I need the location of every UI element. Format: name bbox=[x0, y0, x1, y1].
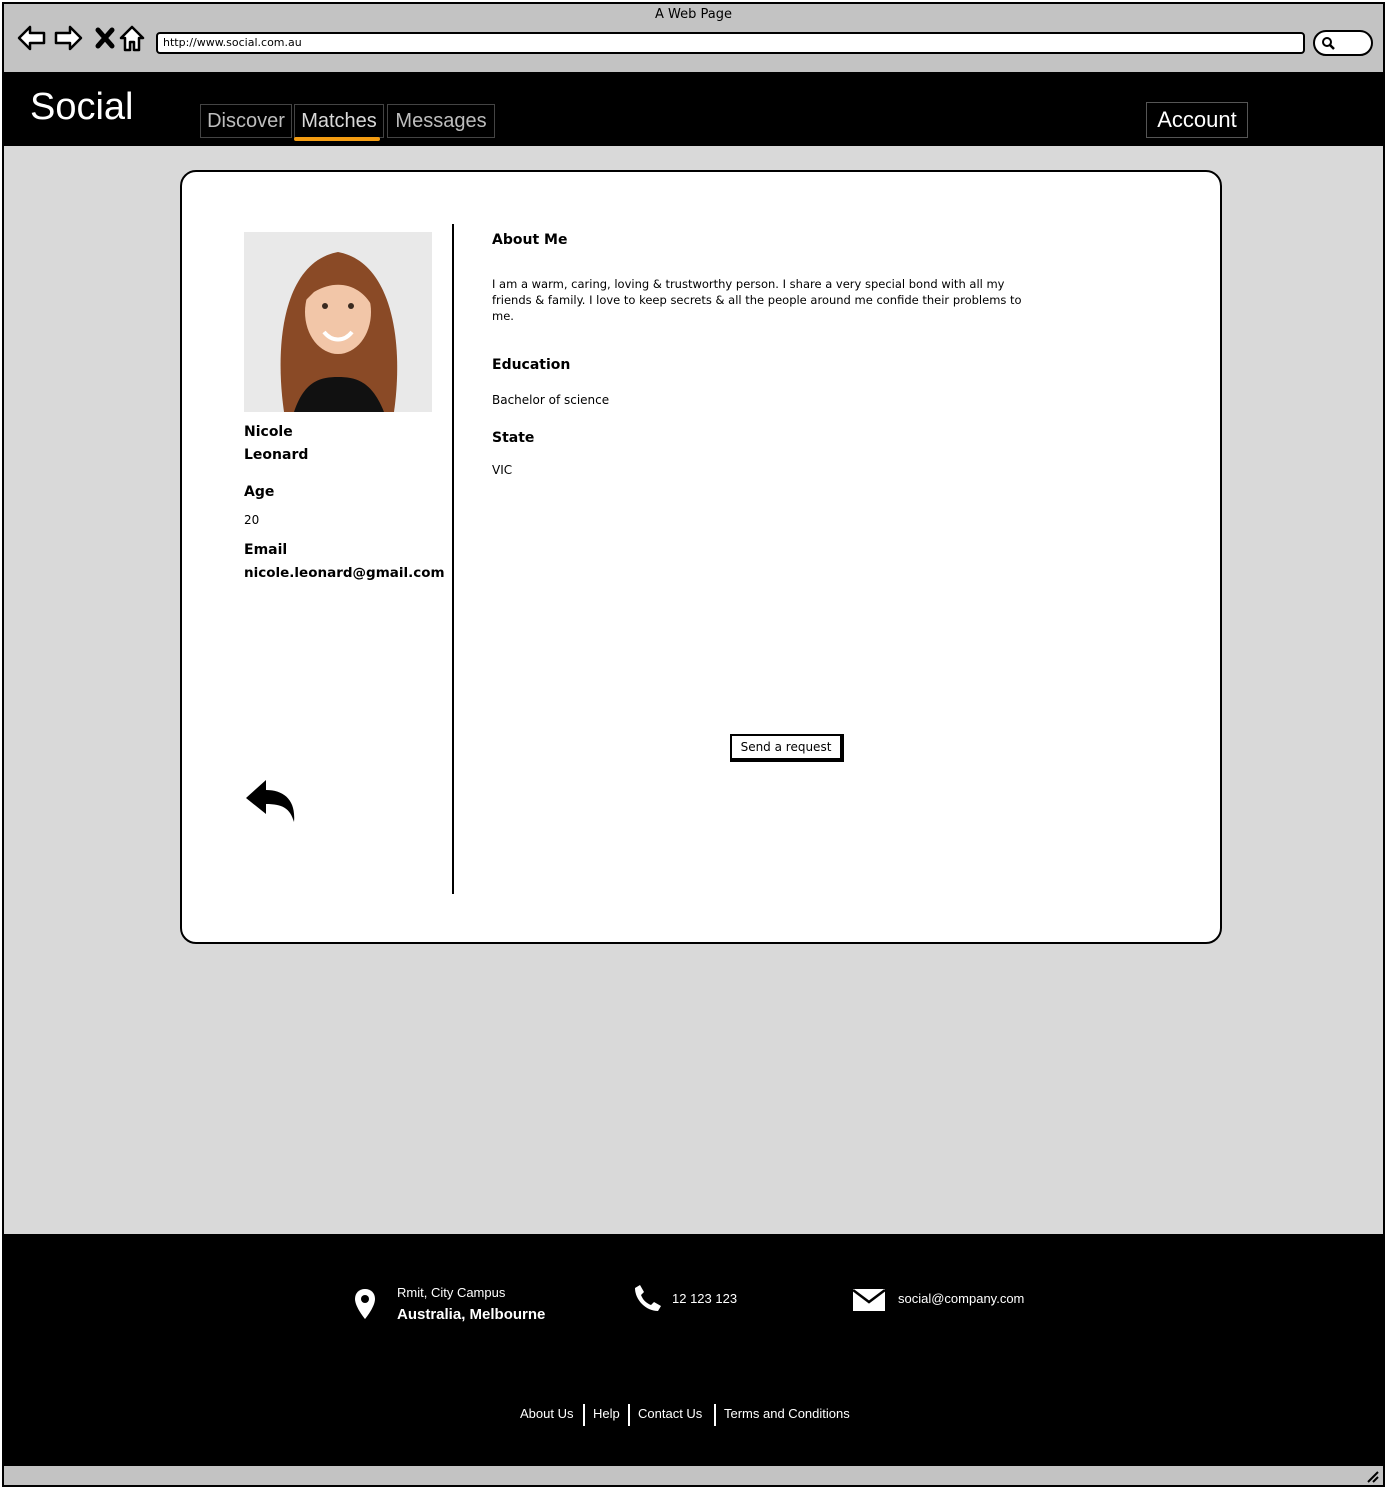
profile-photo bbox=[244, 232, 432, 412]
browser-window: A Web Page http://www.social.com.au Soci… bbox=[2, 2, 1385, 1487]
vertical-divider bbox=[452, 224, 454, 894]
state-value: VIC bbox=[492, 463, 513, 477]
email-value: nicole.leonard@gmail.com bbox=[244, 565, 445, 581]
site-footer: Rmit, City Campus Australia, Melbourne 1… bbox=[4, 1234, 1383, 1464]
age-label: Age bbox=[244, 484, 275, 500]
search-field[interactable] bbox=[1313, 30, 1373, 56]
education-value: Bachelor of science bbox=[492, 393, 610, 407]
footer-separator bbox=[714, 1404, 716, 1426]
site-header: Social Discover Matches Messages Account bbox=[4, 74, 1383, 146]
home-icon[interactable] bbox=[116, 22, 148, 54]
send-request-button[interactable]: Send a request bbox=[730, 734, 844, 762]
browser-chrome: A Web Page http://www.social.com.au bbox=[4, 4, 1383, 74]
resize-grip-icon[interactable] bbox=[1365, 1469, 1379, 1483]
footer-separator bbox=[628, 1404, 630, 1426]
active-tab-indicator bbox=[294, 137, 380, 141]
footer-separator bbox=[583, 1404, 585, 1426]
footer-link-help[interactable]: Help bbox=[593, 1406, 620, 1421]
age-value: 20 bbox=[244, 513, 260, 527]
last-name: Leonard bbox=[244, 447, 309, 463]
phone-icon bbox=[635, 1285, 661, 1311]
email-label: Email bbox=[244, 542, 288, 558]
state-title: State bbox=[492, 430, 535, 446]
profile-card: Nicole Leonard Age 20 Email nicole.leona… bbox=[180, 170, 1222, 944]
search-icon bbox=[1322, 37, 1335, 50]
education-title: Education bbox=[492, 357, 571, 373]
url-bar[interactable]: http://www.social.com.au bbox=[156, 32, 1305, 54]
forward-arrow-icon[interactable] bbox=[52, 22, 84, 54]
logo[interactable]: Social bbox=[30, 86, 134, 129]
account-button[interactable]: Account bbox=[1146, 102, 1248, 138]
about-title: About Me bbox=[492, 232, 568, 248]
footer-link-about-us[interactable]: About Us bbox=[520, 1406, 573, 1421]
address-line1: Rmit, City Campus bbox=[397, 1285, 506, 1300]
address-line2: Australia, Melbourne bbox=[397, 1306, 546, 1323]
status-bar bbox=[4, 1464, 1383, 1485]
tab-messages[interactable]: Messages bbox=[387, 104, 495, 138]
mail-icon bbox=[852, 1289, 886, 1311]
footer-link-contact-us[interactable]: Contact Us bbox=[638, 1406, 702, 1421]
tab-matches[interactable]: Matches bbox=[294, 104, 384, 138]
first-name: Nicole bbox=[244, 424, 293, 440]
reply-back-icon[interactable] bbox=[244, 778, 298, 826]
location-pin-icon bbox=[355, 1289, 375, 1319]
footer-email[interactable]: social@company.com bbox=[898, 1291, 1024, 1306]
footer-link-terms[interactable]: Terms and Conditions bbox=[724, 1406, 850, 1421]
about-text: I am a warm, caring, loving & trustworth… bbox=[492, 277, 1022, 323]
back-arrow-icon[interactable] bbox=[16, 22, 48, 54]
window-title: A Web Page bbox=[655, 7, 732, 22]
tab-discover[interactable]: Discover bbox=[200, 104, 292, 138]
phone-number: 12 123 123 bbox=[672, 1291, 738, 1306]
